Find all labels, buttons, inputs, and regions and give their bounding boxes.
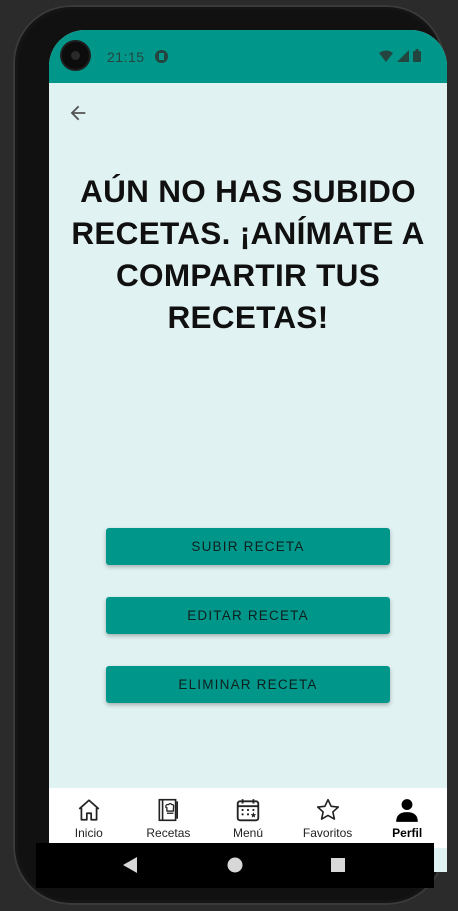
system-navigation-bar	[36, 843, 434, 888]
screen: 21:15 AÚN NO HAS SUBIDO RECETAS. ¡ANÍMAT…	[49, 30, 447, 872]
home-icon	[78, 799, 100, 821]
front-camera	[62, 42, 89, 69]
recents-square-icon[interactable]	[331, 858, 345, 872]
person-icon	[396, 799, 419, 822]
back-triangle-icon[interactable]	[122, 856, 138, 874]
signal-icon	[397, 49, 409, 62]
status-time: 21:15	[107, 49, 145, 65]
star-icon	[316, 798, 339, 820]
nav-label-menu: Menú	[232, 826, 263, 840]
status-bar: 21:15	[49, 30, 447, 83]
nav-label-inicio: Inicio	[74, 826, 103, 840]
nav-item-inicio[interactable]: Inicio	[49, 788, 129, 848]
app-notification-icon	[155, 50, 168, 63]
battery-icon	[413, 49, 421, 62]
empty-recipes-message: AÚN NO HAS SUBIDO RECETAS. ¡ANÍMATE A CO…	[71, 173, 425, 335]
wifi-icon	[379, 50, 393, 62]
nav-label-perfil: Perfil	[392, 826, 423, 840]
nav-label-recetas: Recetas	[146, 826, 191, 840]
status-icons	[379, 49, 421, 62]
edit-recipe-button[interactable]: EDITAR RECETA	[106, 597, 390, 634]
home-circle-icon[interactable]	[227, 857, 243, 873]
calendar-icon	[236, 799, 260, 822]
phone-frame: 21:15 AÚN NO HAS SUBIDO RECETAS. ¡ANÍMAT…	[13, 5, 447, 905]
nav-label-favoritos: Favoritos	[302, 826, 353, 840]
nav-item-menu[interactable]: Menú	[208, 788, 288, 848]
recipe-book-icon	[158, 798, 179, 822]
nav-item-favoritos[interactable]: Favoritos	[288, 788, 368, 848]
nav-item-perfil[interactable]: Perfil	[367, 788, 447, 848]
delete-recipe-button[interactable]: ELIMINAR RECETA	[106, 666, 390, 703]
bottom-navigation: Inicio Recetas Menú Favoritos Perfil	[49, 788, 447, 848]
nav-item-recetas[interactable]: Recetas	[129, 788, 209, 848]
arrow-back-icon	[70, 105, 86, 121]
upload-recipe-button[interactable]: SUBIR RECETA	[106, 528, 390, 565]
back-button[interactable]	[67, 102, 89, 124]
